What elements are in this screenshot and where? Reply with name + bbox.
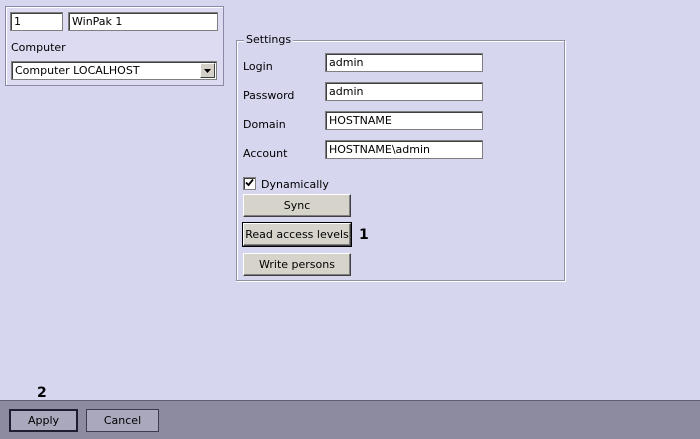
password-label: Password [243,89,295,102]
object-id-field[interactable]: 1 [10,12,63,31]
password-field[interactable]: admin [325,82,483,101]
annotation-marker-2: 2 [37,385,47,401]
sync-button[interactable]: Sync [243,194,351,217]
account-label: Account [243,147,288,160]
domain-label: Domain [243,118,286,131]
settings-group: Settings Login admin Password admin Doma… [236,33,565,281]
login-label: Login [243,60,273,73]
computer-label: Computer [11,41,66,54]
write-persons-button[interactable]: Write persons [243,253,351,276]
read-access-levels-button[interactable]: Read access levels [242,222,352,247]
login-field[interactable]: admin [325,53,483,72]
cancel-button[interactable]: Cancel [86,409,159,432]
apply-button[interactable]: Apply [9,409,78,432]
footer-bar: Apply Cancel [0,400,700,439]
computer-select-value: Computer LOCALHOST [15,64,140,77]
annotation-marker-1: 1 [359,227,369,243]
settings-group-title: Settings [244,33,294,46]
domain-field[interactable]: HOSTNAME [325,111,483,130]
dynamically-checkbox[interactable] [243,177,256,190]
dynamically-label: Dynamically [261,178,329,191]
account-field[interactable]: HOSTNAME\admin [325,140,483,159]
computer-select[interactable]: Computer LOCALHOST [11,61,217,80]
checkmark-icon [245,177,254,190]
object-panel: 1 WinPak 1 Computer Computer LOCALHOST [5,6,224,86]
object-name-field[interactable]: WinPak 1 [68,12,218,31]
chevron-down-icon[interactable] [200,63,215,78]
